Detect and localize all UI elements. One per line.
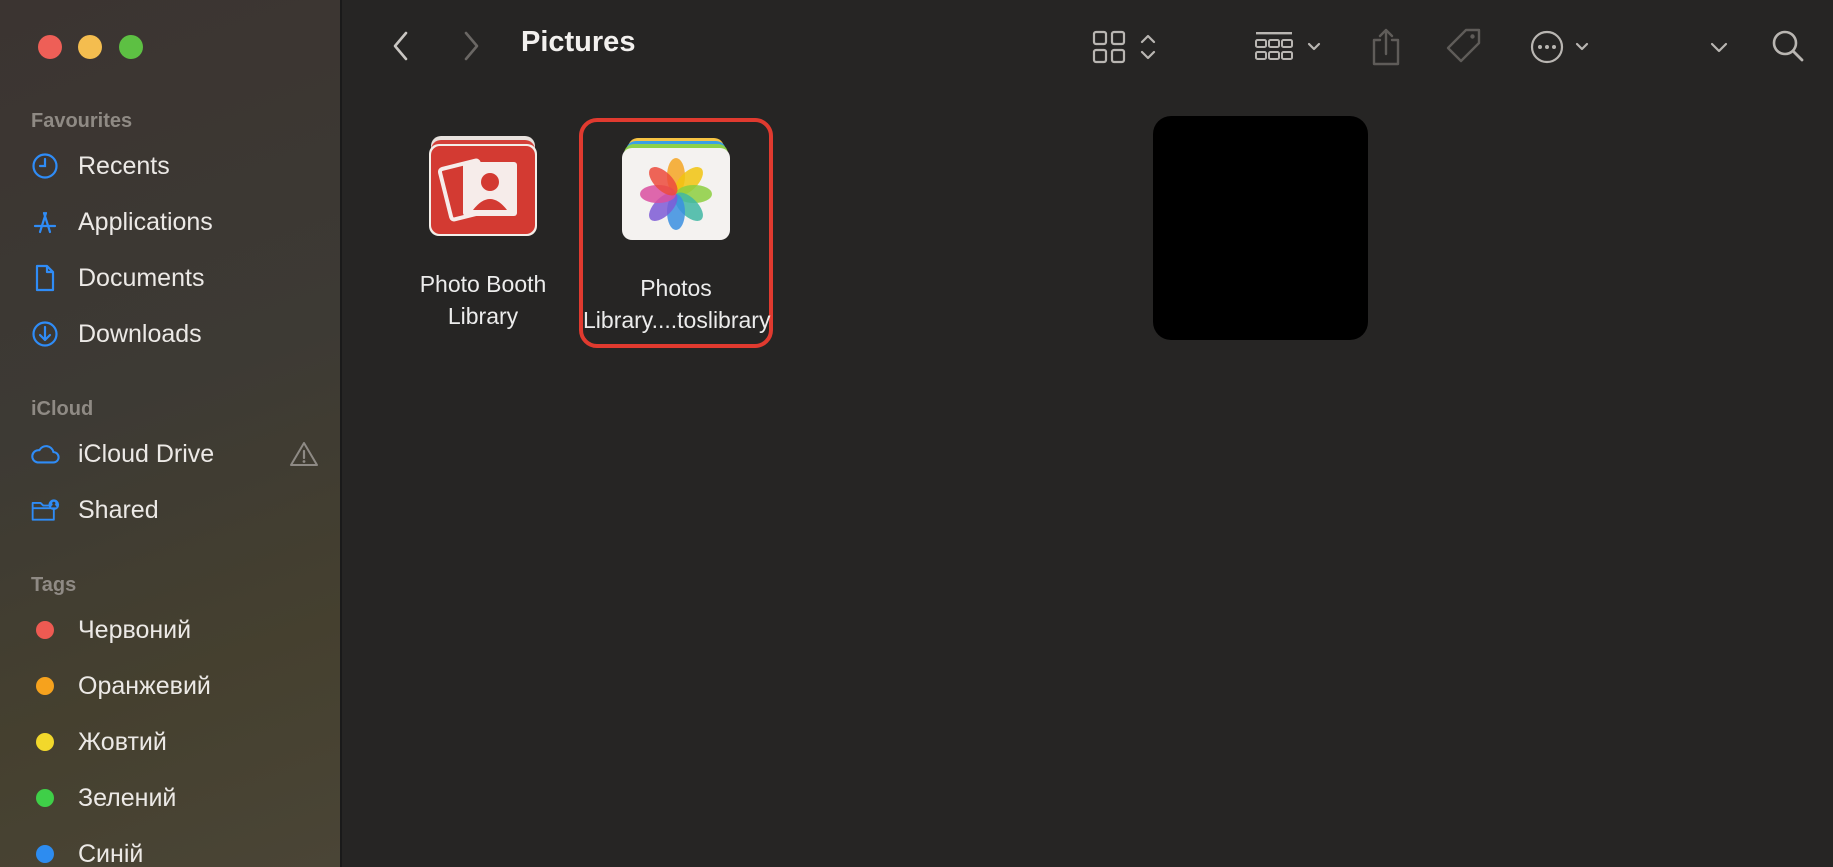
share-button[interactable] <box>1367 24 1405 70</box>
file-name: Photo Booth Library <box>386 268 580 332</box>
sidebar-item-label: Зелений <box>78 783 177 812</box>
sidebar-item-label: Downloads <box>78 319 202 348</box>
sidebar-item-label: Синій <box>78 839 144 867</box>
main-content: Pictures Photo Booth Library Photos Libr… <box>342 0 1833 867</box>
sidebar-item-documents[interactable]: Documents <box>30 256 320 300</box>
yellow-tag-dot-icon <box>36 733 54 751</box>
sidebar-item-downloads[interactable]: Downloads <box>30 312 320 356</box>
sidebar-item-applications[interactable]: Applications <box>30 200 320 244</box>
sidebar-item-label: Червоний <box>78 615 192 644</box>
sidebar: Favourites Recents Applications Document… <box>0 0 342 867</box>
sidebar-section-favourites: Favourites <box>31 110 133 132</box>
chevron-left-icon <box>393 31 408 61</box>
zoom-window-button[interactable] <box>119 35 143 59</box>
ellipsis-circle-icon <box>1530 30 1589 64</box>
file-photo-booth-library[interactable]: Photo Booth Library <box>386 116 580 346</box>
sidebar-item-label: Documents <box>78 263 205 292</box>
toolbar: Pictures <box>342 0 1833 92</box>
chevron-down-icon <box>1710 42 1728 53</box>
file-name-line: Photos <box>640 275 712 301</box>
group-icon <box>1255 32 1321 60</box>
file-name-line: Photo Booth <box>419 271 547 297</box>
redacted-item <box>1153 116 1368 340</box>
search-button[interactable] <box>1766 24 1810 68</box>
warning-icon[interactable] <box>288 440 320 473</box>
green-tag-dot-icon <box>36 789 54 807</box>
tag-icon <box>1446 28 1481 63</box>
clock-icon <box>30 151 60 181</box>
view-mode-button[interactable] <box>1092 26 1168 68</box>
sidebar-tag-red[interactable]: Червоний <box>30 608 320 652</box>
sidebar-item-icloud-drive[interactable]: iCloud Drive <box>30 432 320 476</box>
sidebar-item-label: Recents <box>78 151 170 180</box>
sidebar-section-tags: Tags <box>31 574 77 596</box>
toolbar-overflow-button[interactable] <box>1704 30 1734 64</box>
window-title: Pictures <box>521 26 636 58</box>
document-icon <box>30 263 60 293</box>
sidebar-item-recents[interactable]: Recents <box>30 144 320 188</box>
file-name-line: Library....toslibrary <box>583 307 771 333</box>
applications-icon <box>30 207 60 237</box>
tag-button[interactable] <box>1442 24 1486 68</box>
sidebar-item-shared[interactable]: Shared <box>30 488 320 532</box>
grid-view-icon <box>1092 30 1156 64</box>
more-actions-button[interactable] <box>1528 26 1604 68</box>
close-window-button[interactable] <box>38 35 62 59</box>
sidebar-item-label: Жовтий <box>78 727 167 756</box>
back-button[interactable] <box>386 24 416 68</box>
minimize-window-button[interactable] <box>78 35 102 59</box>
sidebar-section-icloud: iCloud <box>31 398 94 420</box>
sidebar-tag-green[interactable]: Зелений <box>30 776 320 820</box>
share-icon <box>1372 28 1400 66</box>
file-photos-library[interactable]: Photos Library....toslibrary <box>579 118 773 348</box>
search-icon <box>1772 30 1804 62</box>
group-by-button[interactable] <box>1254 26 1330 68</box>
blue-tag-dot-icon <box>36 845 54 863</box>
photos-library-icon <box>614 136 738 248</box>
sidebar-item-label: iCloud Drive <box>78 439 215 468</box>
file-name: Photos Library....toslibrary <box>583 272 771 336</box>
file-name-line: Library <box>447 303 519 329</box>
finder-window: Favourites Recents Applications Document… <box>0 0 1833 867</box>
cloud-icon <box>30 439 60 469</box>
forward-button[interactable] <box>456 24 486 68</box>
sidebar-item-label: Applications <box>78 207 213 236</box>
download-icon <box>30 319 60 349</box>
chevron-right-icon <box>464 31 479 61</box>
photo-booth-library-icon <box>421 134 545 246</box>
sidebar-item-label: Shared <box>78 495 159 524</box>
orange-tag-dot-icon <box>36 677 54 695</box>
sidebar-tag-blue[interactable]: Синій <box>30 832 320 867</box>
sidebar-item-label: Оранжевий <box>78 671 211 700</box>
red-tag-dot-icon <box>36 621 54 639</box>
sidebar-tag-orange[interactable]: Оранжевий <box>30 664 320 708</box>
sidebar-tag-yellow[interactable]: Жовтий <box>30 720 320 764</box>
shared-folder-icon <box>30 495 60 525</box>
